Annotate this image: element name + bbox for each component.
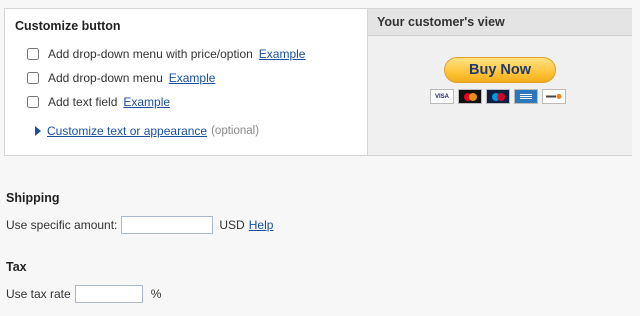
tax-title: Tax — [6, 260, 27, 274]
tax-rate-input[interactable] — [74, 285, 143, 303]
shipping-row: Use specific amount: USD Help — [6, 216, 273, 234]
dropdown-price-example-link[interactable]: Example — [259, 47, 306, 61]
customize-appearance-link[interactable]: Customize text or appearance — [47, 124, 207, 138]
text-field-label: Add text field — [48, 95, 118, 109]
option-text-field: Add text field Example — [27, 94, 170, 110]
expand-triangle-icon[interactable] — [35, 126, 41, 136]
customize-button-title: Customize button — [15, 19, 121, 33]
discover-card-icon — [542, 89, 566, 104]
maestro-card-icon — [486, 89, 510, 104]
customer-view-title: Your customer's view — [368, 9, 632, 36]
dropdown-menu-checkbox[interactable] — [27, 72, 39, 84]
optional-note: (optional) — [211, 125, 260, 137]
dropdown-menu-example-link[interactable]: Example — [169, 71, 216, 85]
customer-view-column: Your customer's view Buy Now VISA — [367, 9, 632, 155]
shipping-amount-label: Use specific amount: — [6, 218, 118, 232]
shipping-title: Shipping — [6, 191, 60, 205]
payment-cards-row: VISA — [430, 89, 566, 104]
amex-logo-icon — [519, 92, 533, 101]
tax-percent-unit: % — [150, 287, 162, 301]
customize-options-column: Customize button Add drop-down menu with… — [5, 9, 367, 155]
discover-logo-icon — [546, 94, 562, 99]
shipping-amount-input[interactable] — [121, 216, 214, 234]
tax-rate-label: Use tax rate — [6, 287, 71, 301]
dropdown-price-checkbox[interactable] — [27, 48, 39, 60]
option-dropdown-price: Add drop-down menu with price/option Exa… — [27, 46, 305, 62]
customize-appearance-row: Customize text or appearance (optional) — [35, 124, 259, 138]
dropdown-menu-label: Add drop-down menu — [48, 71, 163, 85]
option-dropdown-menu: Add drop-down menu Example — [27, 70, 215, 86]
customize-button-panel: Customize button Add drop-down menu with… — [4, 8, 632, 156]
mastercard-icon — [458, 89, 482, 104]
amex-card-icon — [514, 89, 538, 104]
tax-row: Use tax rate % — [6, 285, 161, 303]
buy-now-button-preview: Buy Now — [444, 57, 556, 83]
text-field-example-link[interactable]: Example — [123, 95, 170, 109]
text-field-checkbox[interactable] — [27, 96, 39, 108]
dropdown-price-label: Add drop-down menu with price/option — [48, 47, 253, 61]
shipping-help-link[interactable]: Help — [249, 218, 274, 232]
visa-card-icon: VISA — [430, 89, 454, 104]
shipping-currency: USD — [219, 218, 245, 232]
